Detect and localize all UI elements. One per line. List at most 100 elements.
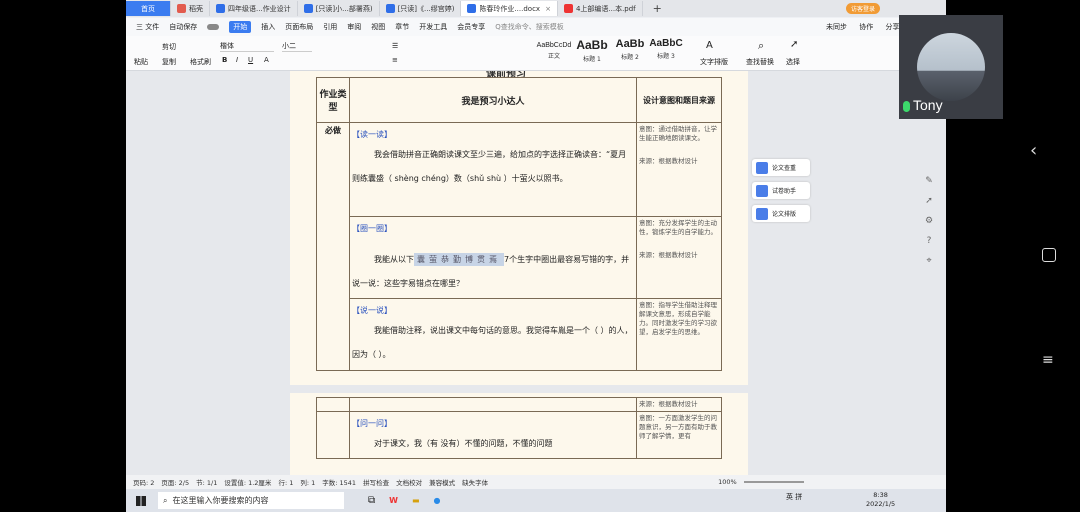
ime-mode[interactable]: 拼 xyxy=(795,493,802,501)
tab-label: 四年级语...作业设计 xyxy=(228,4,291,13)
back-icon[interactable]: ‹ xyxy=(1030,140,1037,161)
style-preview: AaBbC xyxy=(649,38,683,49)
tab-doc-active[interactable]: 陈春玲作业....docx × xyxy=(461,1,558,16)
font-color-icon[interactable]: A xyxy=(264,56,269,64)
menu-icon[interactable]: ≡ xyxy=(1042,352,1054,368)
menu-item-start[interactable]: 开始 xyxy=(229,21,252,33)
share-button[interactable]: 分享 xyxy=(885,23,899,31)
command-search-input[interactable]: Q查找命令、搜索模板 xyxy=(495,22,564,32)
align-icon[interactable]: ≡ xyxy=(392,56,398,64)
tab-pdf[interactable]: 4上部编语...本.pdf xyxy=(558,1,643,16)
participant-name-text: Tony xyxy=(913,97,943,113)
style-heading-1[interactable]: AaBb 标题 1 xyxy=(574,38,610,63)
task-cell[interactable] xyxy=(349,397,637,412)
task-cell[interactable]: 【圈一圈】 我能从以下 囊萤恭勤博贯焉 7个生字中圈出最容易写错的字，并说一说：这些… xyxy=(349,216,637,299)
status-word-count[interactable]: 字数: 1541 xyxy=(322,477,356,487)
col-intent-header: 设计意图和题目来源 xyxy=(636,77,722,123)
task-cell[interactable]: 【说一说】 我能借助注释，说出课文中每句话的意思。我觉得车胤是一个（ ）的人，因… xyxy=(349,298,637,371)
intent-text: 意图：充分发挥学生的主动性，锻炼学生的自学能力。 xyxy=(639,219,717,236)
document-page-2[interactable]: 来源：根据教材设计 【问一问】 对于课文，我（有 没有）不懂的问题，不懂的问题 … xyxy=(290,393,748,475)
bold-icon[interactable]: B xyxy=(222,56,227,64)
style-label: 标题 3 xyxy=(657,53,675,60)
style-preview: AaBb xyxy=(615,38,645,50)
highlighted-chars[interactable]: 囊萤恭勤博贯焉 xyxy=(414,253,504,266)
tab-label: [只读]《...缪宫婷) xyxy=(397,4,455,13)
folder-icon[interactable]: ▬ xyxy=(412,496,420,505)
video-call-overlay[interactable]: Tony xyxy=(899,15,1003,119)
paste-button[interactable]: 粘贴 xyxy=(134,57,148,67)
copy-button[interactable]: 复制 xyxy=(162,57,176,67)
menu-item-view[interactable]: 视图 xyxy=(371,22,385,32)
zoom-slider[interactable] xyxy=(743,481,804,483)
menu-item-insert[interactable]: 插入 xyxy=(261,22,275,32)
help-icon[interactable]: ? xyxy=(922,231,936,251)
tab-doc-2[interactable]: [只读]小...部署燕) xyxy=(298,1,380,16)
clock[interactable]: 8:38 2022/1/5 xyxy=(866,491,895,509)
windows-start-icon[interactable] xyxy=(136,495,146,506)
menu-item-layout[interactable]: 页面布局 xyxy=(285,22,313,32)
exam-helper-button[interactable]: 试卷助手 xyxy=(752,182,810,199)
source-text: 来源：根据教材设计 xyxy=(639,157,698,165)
right-toolbar: ✎ ➚ ⚙ ? ⌖ xyxy=(922,171,936,271)
ime-indicator[interactable]: 英 xyxy=(786,493,793,501)
tab-label: 稻壳 xyxy=(189,4,203,13)
menu-bar: 三 文件 自动保存 开始 插入 页面布局 引用 审阅 视图 章节 开发工具 会员… xyxy=(126,18,946,36)
format-painter-button[interactable]: 格式刷 xyxy=(190,57,211,67)
tab-daoke[interactable]: 稻壳 xyxy=(171,1,210,16)
doc-icon xyxy=(216,4,225,13)
underline-icon[interactable]: U xyxy=(248,56,253,64)
tab-home[interactable]: 首页 xyxy=(126,1,171,16)
task-view-icon[interactable]: ⧉ xyxy=(368,495,375,506)
pointer-icon[interactable]: ➚ xyxy=(922,191,936,211)
menu-item-member[interactable]: 会员专享 xyxy=(457,22,485,32)
browser-icon[interactable]: ● xyxy=(434,496,441,505)
cut-button[interactable]: 剪切 xyxy=(162,42,176,52)
task-cell[interactable]: 【读一读】 我会借助拼音正确朗读课文至少三遍，给加点的字选择正确读音：“夏月则练… xyxy=(349,122,637,217)
clock-time: 8:38 xyxy=(873,491,888,499)
search-icon: ⌕ xyxy=(758,39,765,52)
location-icon[interactable]: ⌖ xyxy=(922,251,936,271)
tab-doc-3[interactable]: [只读]《...缪宫婷) xyxy=(380,1,462,16)
list-icon[interactable]: ☰ xyxy=(392,42,398,50)
text-layout-button[interactable]: 文字排版 xyxy=(700,57,728,67)
style-preview: AaBbCcDd xyxy=(536,42,572,49)
missing-font-button[interactable]: 缺失字体 xyxy=(462,477,488,487)
file-menu[interactable]: 三 文件 xyxy=(136,22,159,32)
proofread-button[interactable]: 文档校对 xyxy=(396,477,422,487)
row-type-cell: 必做 xyxy=(316,122,350,371)
new-tab-icon[interactable]: + xyxy=(653,2,662,15)
style-normal[interactable]: AaBbCcDd 正文 xyxy=(536,38,572,60)
table-row: 【问一问】 对于课文，我（有 没有）不懂的问题，不懂的问题 意图：一方面激发学生… xyxy=(316,411,722,459)
taskbar-search-input[interactable]: ⌕ 在这里输入你要搜索的内容 xyxy=(158,492,344,509)
spell-check-button[interactable]: 拼写检查 xyxy=(363,477,389,487)
style-heading-2[interactable]: AaBb 标题 2 xyxy=(612,38,648,61)
zoom-level[interactable]: 100% xyxy=(718,478,737,486)
font-size-select[interactable]: 小二 xyxy=(282,41,312,52)
plagiarism-check-button[interactable]: 论文查重 xyxy=(752,159,810,176)
style-heading-3[interactable]: AaBbC 标题 3 xyxy=(648,38,684,60)
windows-taskbar: ⌕ 在这里输入你要搜索的内容 ⧉ W ▬ ● 英 拼 8:38 2022/1/5 xyxy=(126,489,946,512)
collab-button[interactable]: 协作 xyxy=(859,23,873,31)
settings-icon[interactable]: ⚙ xyxy=(922,211,936,231)
italic-icon[interactable]: I xyxy=(236,56,238,64)
sync-status[interactable]: 未同步 xyxy=(826,23,847,31)
style-label: 标题 2 xyxy=(621,54,639,61)
document-area[interactable]: 课前预习 作业类型 我是预习小达人 设计意图和题目来源 必做 【读一读】 我会借… xyxy=(126,71,946,475)
menu-item-devtools[interactable]: 开发工具 xyxy=(419,22,447,32)
tab-doc-1[interactable]: 四年级语...作业设计 xyxy=(210,1,298,16)
paper-format-button[interactable]: 论文排版 xyxy=(752,205,810,222)
menu-item-reference[interactable]: 引用 xyxy=(323,22,337,32)
menu-item-chapter[interactable]: 章节 xyxy=(395,22,409,32)
edit-icon[interactable]: ✎ xyxy=(922,171,936,191)
menu-item-review[interactable]: 审阅 xyxy=(347,22,361,32)
close-icon[interactable]: × xyxy=(545,5,551,13)
login-badge[interactable]: 访客登录 xyxy=(846,3,881,14)
task-cell[interactable]: 【问一问】 对于课文，我（有 没有）不懂的问题，不懂的问题 xyxy=(349,411,637,459)
cursor-icon: ➚ xyxy=(790,39,799,50)
font-select[interactable]: 楷体 xyxy=(220,41,274,52)
wps-app-icon[interactable]: W xyxy=(389,496,398,505)
autosave-toggle[interactable] xyxy=(207,24,220,30)
home-square-icon[interactable] xyxy=(1042,248,1056,262)
find-replace-button[interactable]: 查找替换 xyxy=(746,57,774,67)
select-button[interactable]: 选择 xyxy=(786,57,800,67)
